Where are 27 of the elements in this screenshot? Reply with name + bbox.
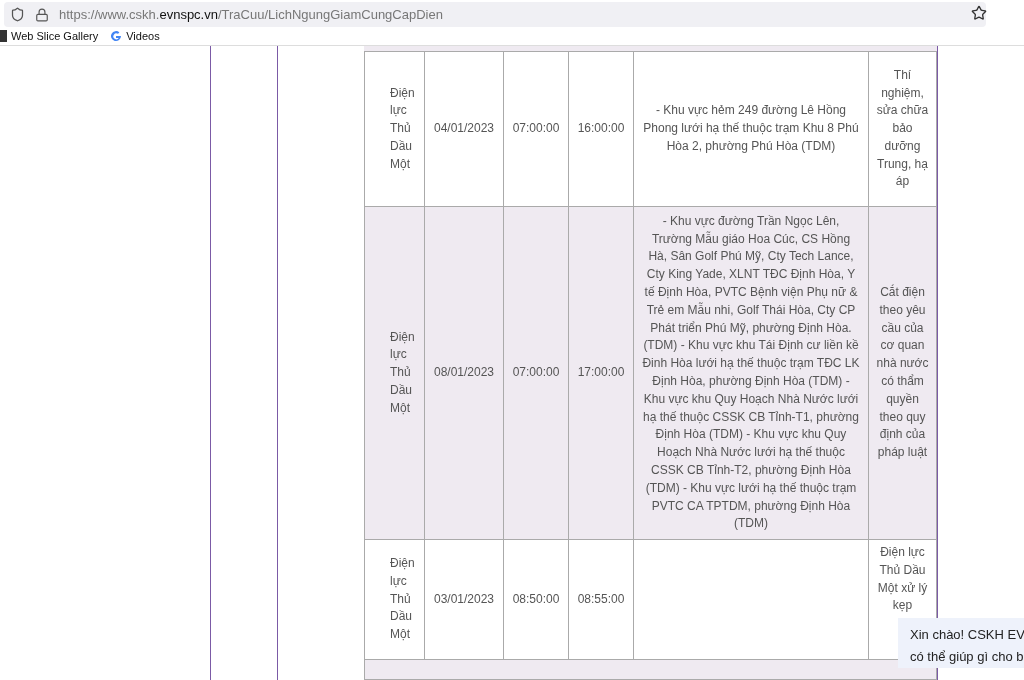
end-time-cell: 16:00:00 xyxy=(577,121,625,136)
url-text: https://www.cskh.evnspc.vn/TraCuu/LichNgungGiamCungCapDien xyxy=(59,5,443,24)
bookmark-icon xyxy=(0,30,7,42)
reason-cell: Điện lực Thủ Dầu Một xử lý kẹp xyxy=(877,545,928,613)
unit-cell: Điện lực Thủ Dầu Một xyxy=(390,556,415,642)
area-cell: - Khu vực đường Trần Ngọc Lên, Trường Mẫu giáo Hoa Cúc, CS Hồng Hà, Sân Golf Phú Mỹ, Cty Tech Lance, Cty King Yade, XLNT TĐC Định Hòa, Y tế Định Hòa, PVTC Bệnh viện Phụ nữ & Trẻ em Mẫu nhi, Golf Thái Hòa, Cty CP Phát triển Phú Mỹ, phường Định Hòa. (TDM) - Khu vực khu Tái Định cư liền kề Đinh Hòa lưới hạ thế thuộc trạm TĐC LK Định Hòa, phường Định Hòa (TDM) - Khu vực khu Quy Hoạch Nhà Nước lưới hạ thế thuộc CSSK CB Tỉnh-T1, phường Định Hòa (TDM) - Khu vực khu Quy Hoạch Nhà Nước lưới hạ thế thuộc CSSK CB Tỉnh-T2, phường Định Hòa (TDM) - Khu vực lưới hạ thế thuộc trạm PVTC CA TPTDM, phường Định Hòa (TDM) xyxy=(642,213,860,531)
address-bar[interactable]: https://www.cskh.evnspc.vn/TraCuu/LichNgungGiamCungCapDien xyxy=(4,2,986,27)
chat-bubble[interactable]: Xin chào! CSKH EV có thể giúp gì cho b xyxy=(898,618,1024,668)
date-cell: 04/01/2023 xyxy=(433,121,495,136)
area-cell: - Khu vực hẻm 249 đường Lê Hồng Phong lưới hạ thế thuộc trạm Khu 8 Phú Hòa 2, phường Phú Hòa (TDM) xyxy=(643,103,859,153)
start-time-cell: 07:00:00 xyxy=(512,365,560,380)
google-icon xyxy=(110,30,123,42)
unit-cell: Điện lực Thủ Dầu Một xyxy=(390,329,415,415)
bookmark-star-icon[interactable] xyxy=(971,5,987,21)
bookmark-link[interactable]: Videos xyxy=(126,27,160,45)
unit-cell: Điện lực Thủ Dầu Một xyxy=(390,85,415,171)
lock-icon xyxy=(35,7,49,22)
reason-cell: Thí nghiệm, sửa chữa bảo dưỡng Trung, hạ áp xyxy=(876,67,929,189)
end-time-cell: 08:55:00 xyxy=(577,591,625,606)
start-time-cell: 07:00:00 xyxy=(512,121,560,136)
date-cell: 03/01/2023 xyxy=(433,591,495,606)
reason-cell: Cắt điện theo yêu cầu của cơ quan nhà nước có thẩm quyền theo quy định của pháp luật xyxy=(876,285,929,460)
shield-icon xyxy=(10,7,25,22)
end-time-cell: 17:00:00 xyxy=(577,365,625,380)
start-time-cell: 08:50:00 xyxy=(512,591,560,606)
bookmark-link[interactable]: Web Slice Gallery xyxy=(11,27,99,45)
date-cell: 08/01/2023 xyxy=(433,365,495,380)
